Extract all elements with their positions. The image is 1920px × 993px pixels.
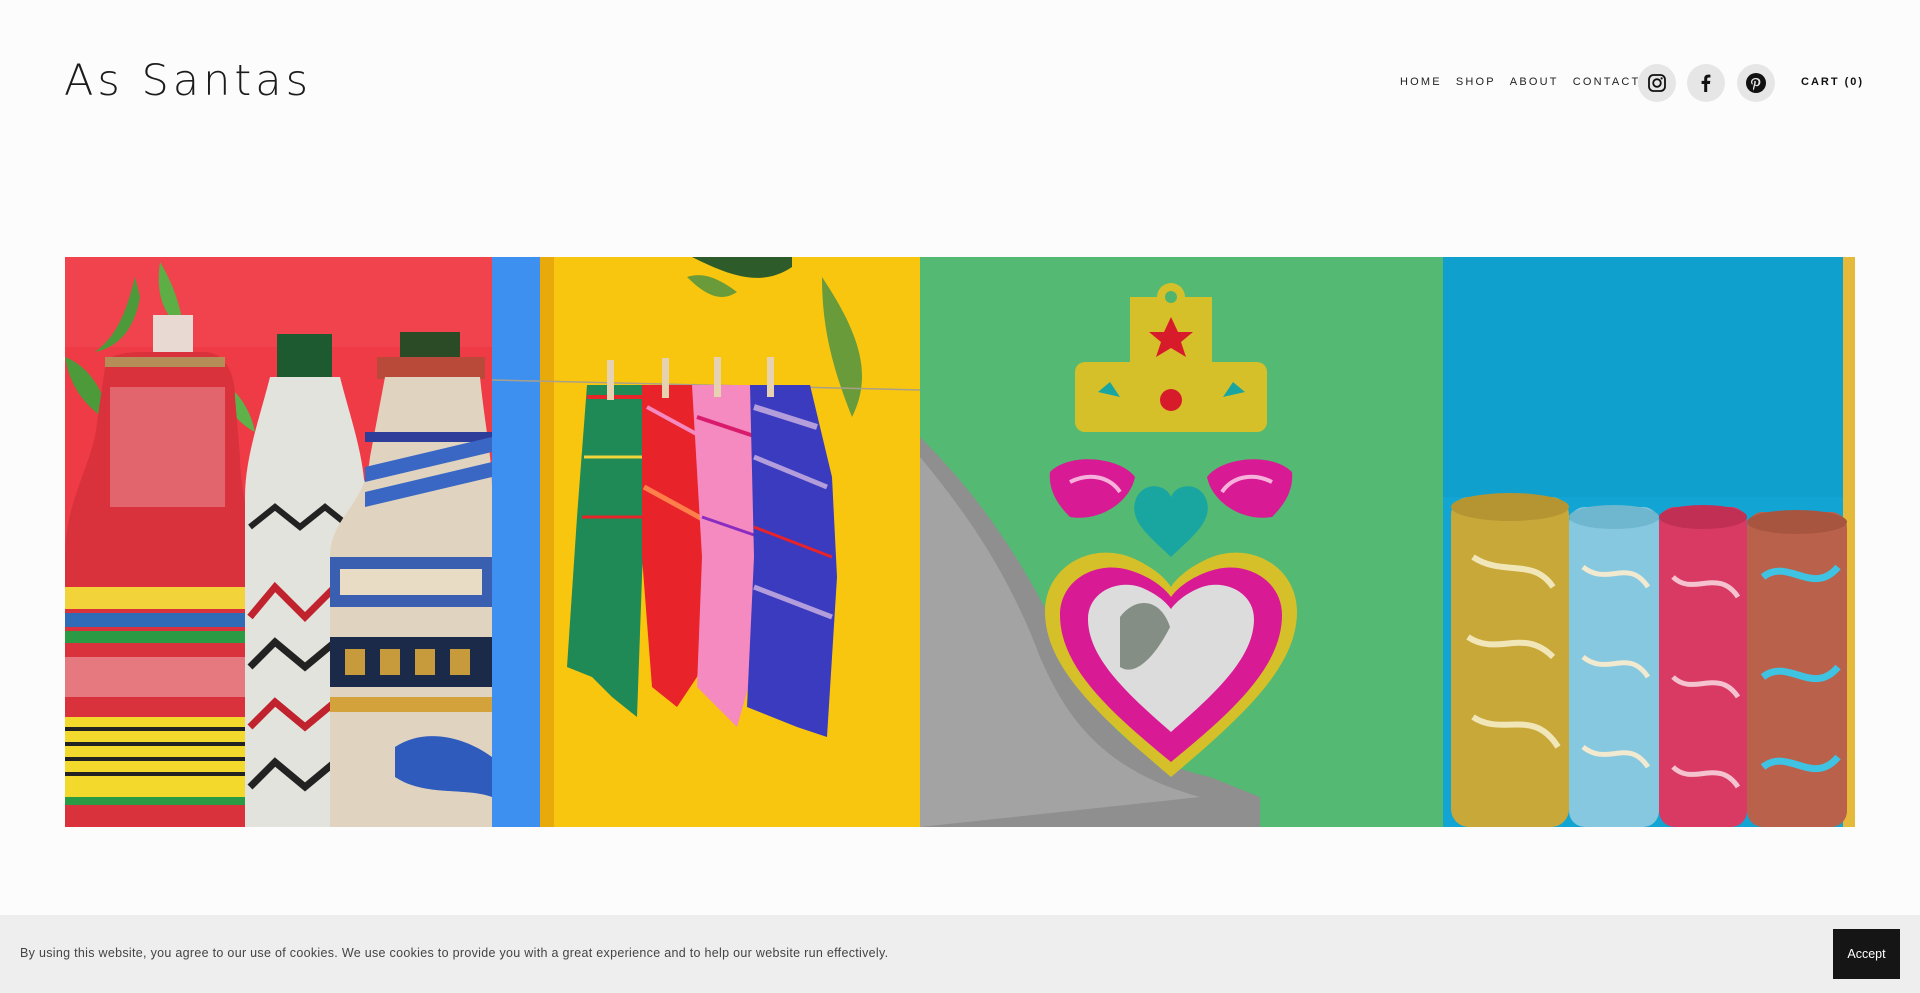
cookie-banner: By using this website, you agree to our … — [0, 915, 1920, 993]
gallery-image-woven-bottles[interactable] — [65, 257, 492, 827]
nav-home[interactable]: HOME — [1400, 76, 1442, 88]
accept-cookies-button[interactable]: Accept — [1833, 929, 1900, 979]
hero-gallery — [65, 257, 1855, 827]
main-nav: HOME SHOP ABOUT CONTACT — [1400, 76, 1640, 88]
instagram-icon — [1648, 74, 1666, 92]
gallery-image-rolled-mats[interactable] — [1443, 257, 1855, 827]
cookie-message: By using this website, you agree to our … — [20, 946, 889, 960]
instagram-link[interactable] — [1638, 64, 1676, 102]
gallery-image-tin-heart-mirror[interactable] — [920, 257, 1443, 827]
facebook-link[interactable] — [1687, 64, 1725, 102]
nav-shop[interactable]: SHOP — [1456, 76, 1496, 88]
page: As Santas HOME SHOP ABOUT CONTACT CART (… — [0, 0, 1920, 993]
nav-about[interactable]: ABOUT — [1510, 76, 1559, 88]
pinterest-link[interactable] — [1737, 64, 1775, 102]
site-title[interactable]: As Santas — [64, 56, 312, 106]
facebook-icon — [1701, 74, 1711, 92]
nav-contact[interactable]: CONTACT — [1573, 76, 1641, 88]
pinterest-icon — [1746, 73, 1766, 93]
gallery-image-hanging-napkins[interactable] — [492, 257, 920, 827]
cart-link[interactable]: CART (0) — [1801, 76, 1864, 88]
